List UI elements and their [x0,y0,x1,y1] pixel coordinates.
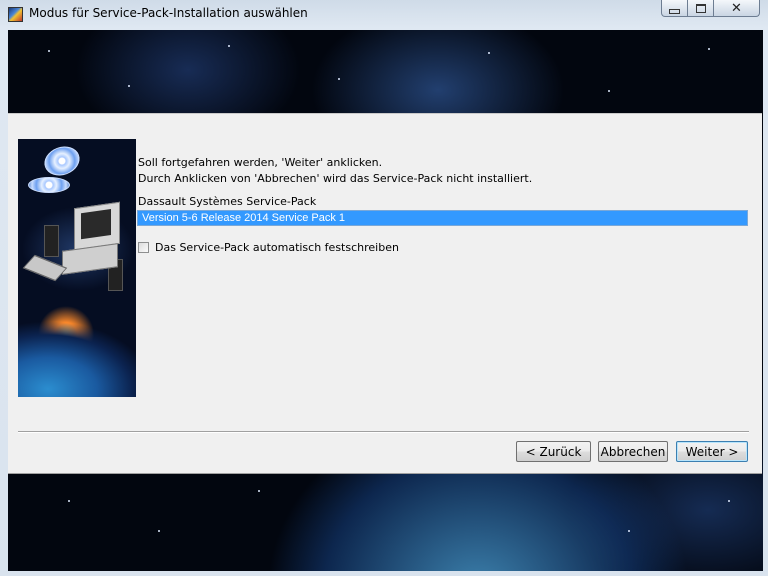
star [128,85,130,87]
instruction-line-2: Durch Anklicken von 'Abbrechen' wird das… [138,172,533,185]
cd-icon [40,141,84,181]
back-button[interactable]: < Zurück [516,441,591,462]
star [338,78,340,80]
cancel-button[interactable]: Abbrechen [598,441,668,462]
service-pack-list-label: Dassault Systèmes Service-Pack [138,195,317,208]
star [708,48,710,50]
star [728,500,730,502]
instruction-line-1: Soll fortgefahren werden, 'Weiter' ankli… [138,156,383,169]
next-button[interactable]: Weiter > [676,441,748,462]
close-button[interactable]: ✕ [714,0,760,17]
window-title: Modus für Service-Pack-Installation ausw… [29,6,308,20]
title-bar[interactable]: Modus für Service-Pack-Installation ausw… [0,0,768,28]
button-separator [18,431,749,433]
cd-icon [28,177,70,193]
star [68,500,70,502]
service-pack-list[interactable]: Version 5-6 Release 2014 Service Pack 1 [137,210,748,226]
star [228,45,230,47]
auto-commit-option[interactable]: Das Service-Pack automatisch festschreib… [138,239,399,255]
minimize-icon [669,8,680,14]
auto-commit-label[interactable]: Das Service-Pack automatisch festschreib… [155,241,399,254]
close-icon: ✕ [731,0,742,16]
star [48,50,50,52]
star [628,530,630,532]
service-pack-list-item-selected[interactable]: Version 5-6 Release 2014 Service Pack 1 [142,212,345,224]
setup-computer-illustration [18,139,136,397]
app-icon [8,7,23,22]
monitor-screen [81,209,111,240]
maximize-button[interactable] [688,0,714,17]
star [158,530,160,532]
star [608,90,610,92]
star [488,52,490,54]
minimize-button[interactable] [661,0,688,17]
maximize-icon [695,3,706,13]
caption-buttons: ✕ [661,0,760,18]
installer-window: Modus für Service-Pack-Installation ausw… [0,0,768,576]
speaker-icon [44,225,59,257]
dialog-panel: Soll fortgefahren werden, 'Weiter' ankli… [8,113,762,474]
star [258,490,260,492]
keyboard-icon [22,254,68,282]
auto-commit-checkbox[interactable] [138,241,149,253]
